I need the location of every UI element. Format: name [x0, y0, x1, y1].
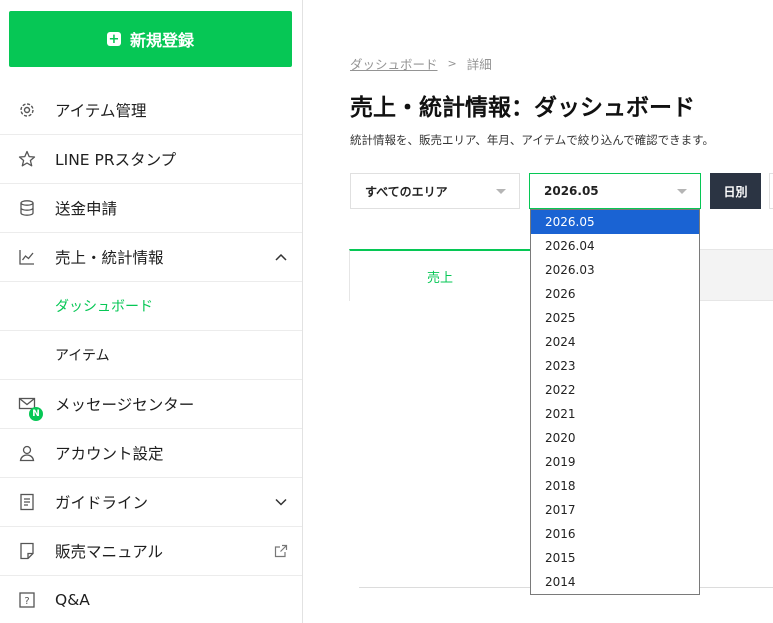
- sidebar-item-label: Q&A: [55, 591, 90, 609]
- chart-icon: [18, 248, 36, 266]
- month-option[interactable]: 2023: [531, 354, 699, 378]
- question-icon: ?: [18, 591, 36, 609]
- area-select-value: すべてのエリア: [365, 184, 448, 199]
- sidebar-item-remittance[interactable]: 送金申請: [0, 184, 302, 233]
- area-select[interactable]: すべてのエリア: [350, 173, 520, 209]
- breadcrumb-current: 詳細: [466, 57, 492, 72]
- sidebar-item-label: ガイドライン: [55, 494, 149, 512]
- daily-button[interactable]: 日別: [710, 173, 761, 209]
- month-option[interactable]: 2026: [531, 282, 699, 306]
- page-title: 売上・統計情報：ダッシュボード: [350, 95, 695, 121]
- month-option[interactable]: 2020: [531, 426, 699, 450]
- sidebar-item-item-management[interactable]: アイテム管理: [0, 86, 302, 135]
- month-select[interactable]: 2026.05: [529, 173, 701, 209]
- month-option[interactable]: 2019: [531, 450, 699, 474]
- month-dropdown-list: 2026.05 2026.04 2026.03 2026 2025 2024 2…: [530, 209, 700, 595]
- external-link-icon: [274, 544, 288, 558]
- month-option[interactable]: 2017: [531, 498, 699, 522]
- gear-icon: [18, 101, 36, 119]
- month-option[interactable]: 2014: [531, 570, 699, 594]
- sidebar-item-label: アカウント設定: [55, 445, 164, 463]
- sidebar-item-label: ダッシュボード: [55, 299, 153, 315]
- sidebar-item-label: LINE PRスタンプ: [55, 151, 177, 169]
- user-icon: [18, 444, 36, 462]
- month-select-value: 2026.05: [544, 184, 599, 198]
- sidebar-item-label: メッセージセンター: [55, 396, 195, 414]
- sidebar-item-qa[interactable]: ? Q&A: [0, 576, 302, 623]
- sidebar-item-account-settings[interactable]: アカウント設定: [0, 429, 302, 478]
- sidebar-item-label: 送金申請: [55, 200, 118, 218]
- month-option[interactable]: 2026.03: [531, 258, 699, 282]
- month-option[interactable]: 2026.04: [531, 234, 699, 258]
- sidebar-item-label: アイテム: [55, 348, 110, 364]
- month-option[interactable]: 2022: [531, 378, 699, 402]
- sidebar-item-guidelines[interactable]: ガイドライン: [0, 478, 302, 527]
- note-icon: [18, 542, 36, 560]
- mail-icon: N: [18, 395, 43, 421]
- month-option[interactable]: 2016: [531, 522, 699, 546]
- chevron-down-icon: [274, 495, 288, 509]
- month-option[interactable]: 2021: [531, 402, 699, 426]
- month-option[interactable]: 2018: [531, 474, 699, 498]
- sidebar-item-label: 販売マニュアル: [55, 543, 164, 561]
- sidebar-item-dashboard[interactable]: ダッシュボード: [0, 282, 302, 331]
- page-description: 統計情報を、販売エリア、年月、アイテムで絞り込んで確認できます。: [350, 133, 714, 147]
- breadcrumb-dashboard-link[interactable]: ダッシュボード: [350, 54, 438, 73]
- new-registration-label: 新規登録: [129, 31, 194, 50]
- new-badge: N: [29, 407, 43, 421]
- next-filter-button[interactable]: [769, 173, 773, 209]
- document-icon: [18, 493, 36, 511]
- plus-icon: +: [106, 31, 121, 47]
- sidebar-item-sales-stats[interactable]: 売上・統計情報: [0, 233, 302, 282]
- chevron-up-icon: [274, 250, 288, 264]
- month-option[interactable]: 2026.05: [531, 210, 699, 234]
- sidebar-nav: アイテム管理 LINE PRスタンプ 送金申請 売上・統計情報 ダッシュボード: [0, 86, 302, 623]
- sidebar-item-label: 売上・統計情報: [55, 249, 164, 267]
- sidebar-item-line-pr-stamp[interactable]: LINE PRスタンプ: [0, 135, 302, 184]
- caret-down-icon: [677, 189, 687, 194]
- breadcrumb: ダッシュボード > 詳細: [350, 54, 492, 73]
- month-option[interactable]: 2015: [531, 546, 699, 570]
- sidebar-item-label: アイテム管理: [55, 102, 147, 120]
- tab-sales[interactable]: 売上: [349, 249, 530, 301]
- new-registration-button[interactable]: + 新規登録: [9, 11, 292, 67]
- caret-down-icon: [496, 189, 506, 194]
- star-icon: [18, 150, 36, 168]
- sidebar: + 新規登録 アイテム管理 LINE PRスタンプ 送金申請 売上・統計情報 ダ…: [0, 0, 303, 623]
- database-icon: [18, 199, 36, 217]
- month-option[interactable]: 2025: [531, 306, 699, 330]
- month-option[interactable]: 2024: [531, 330, 699, 354]
- sidebar-item-sales-manual[interactable]: 販売マニュアル: [0, 527, 302, 576]
- breadcrumb-separator: >: [447, 57, 457, 70]
- sidebar-item-message-center[interactable]: N メッセージセンター: [0, 380, 302, 429]
- sidebar-item-items[interactable]: アイテム: [0, 331, 302, 380]
- svg-text:?: ?: [24, 596, 29, 607]
